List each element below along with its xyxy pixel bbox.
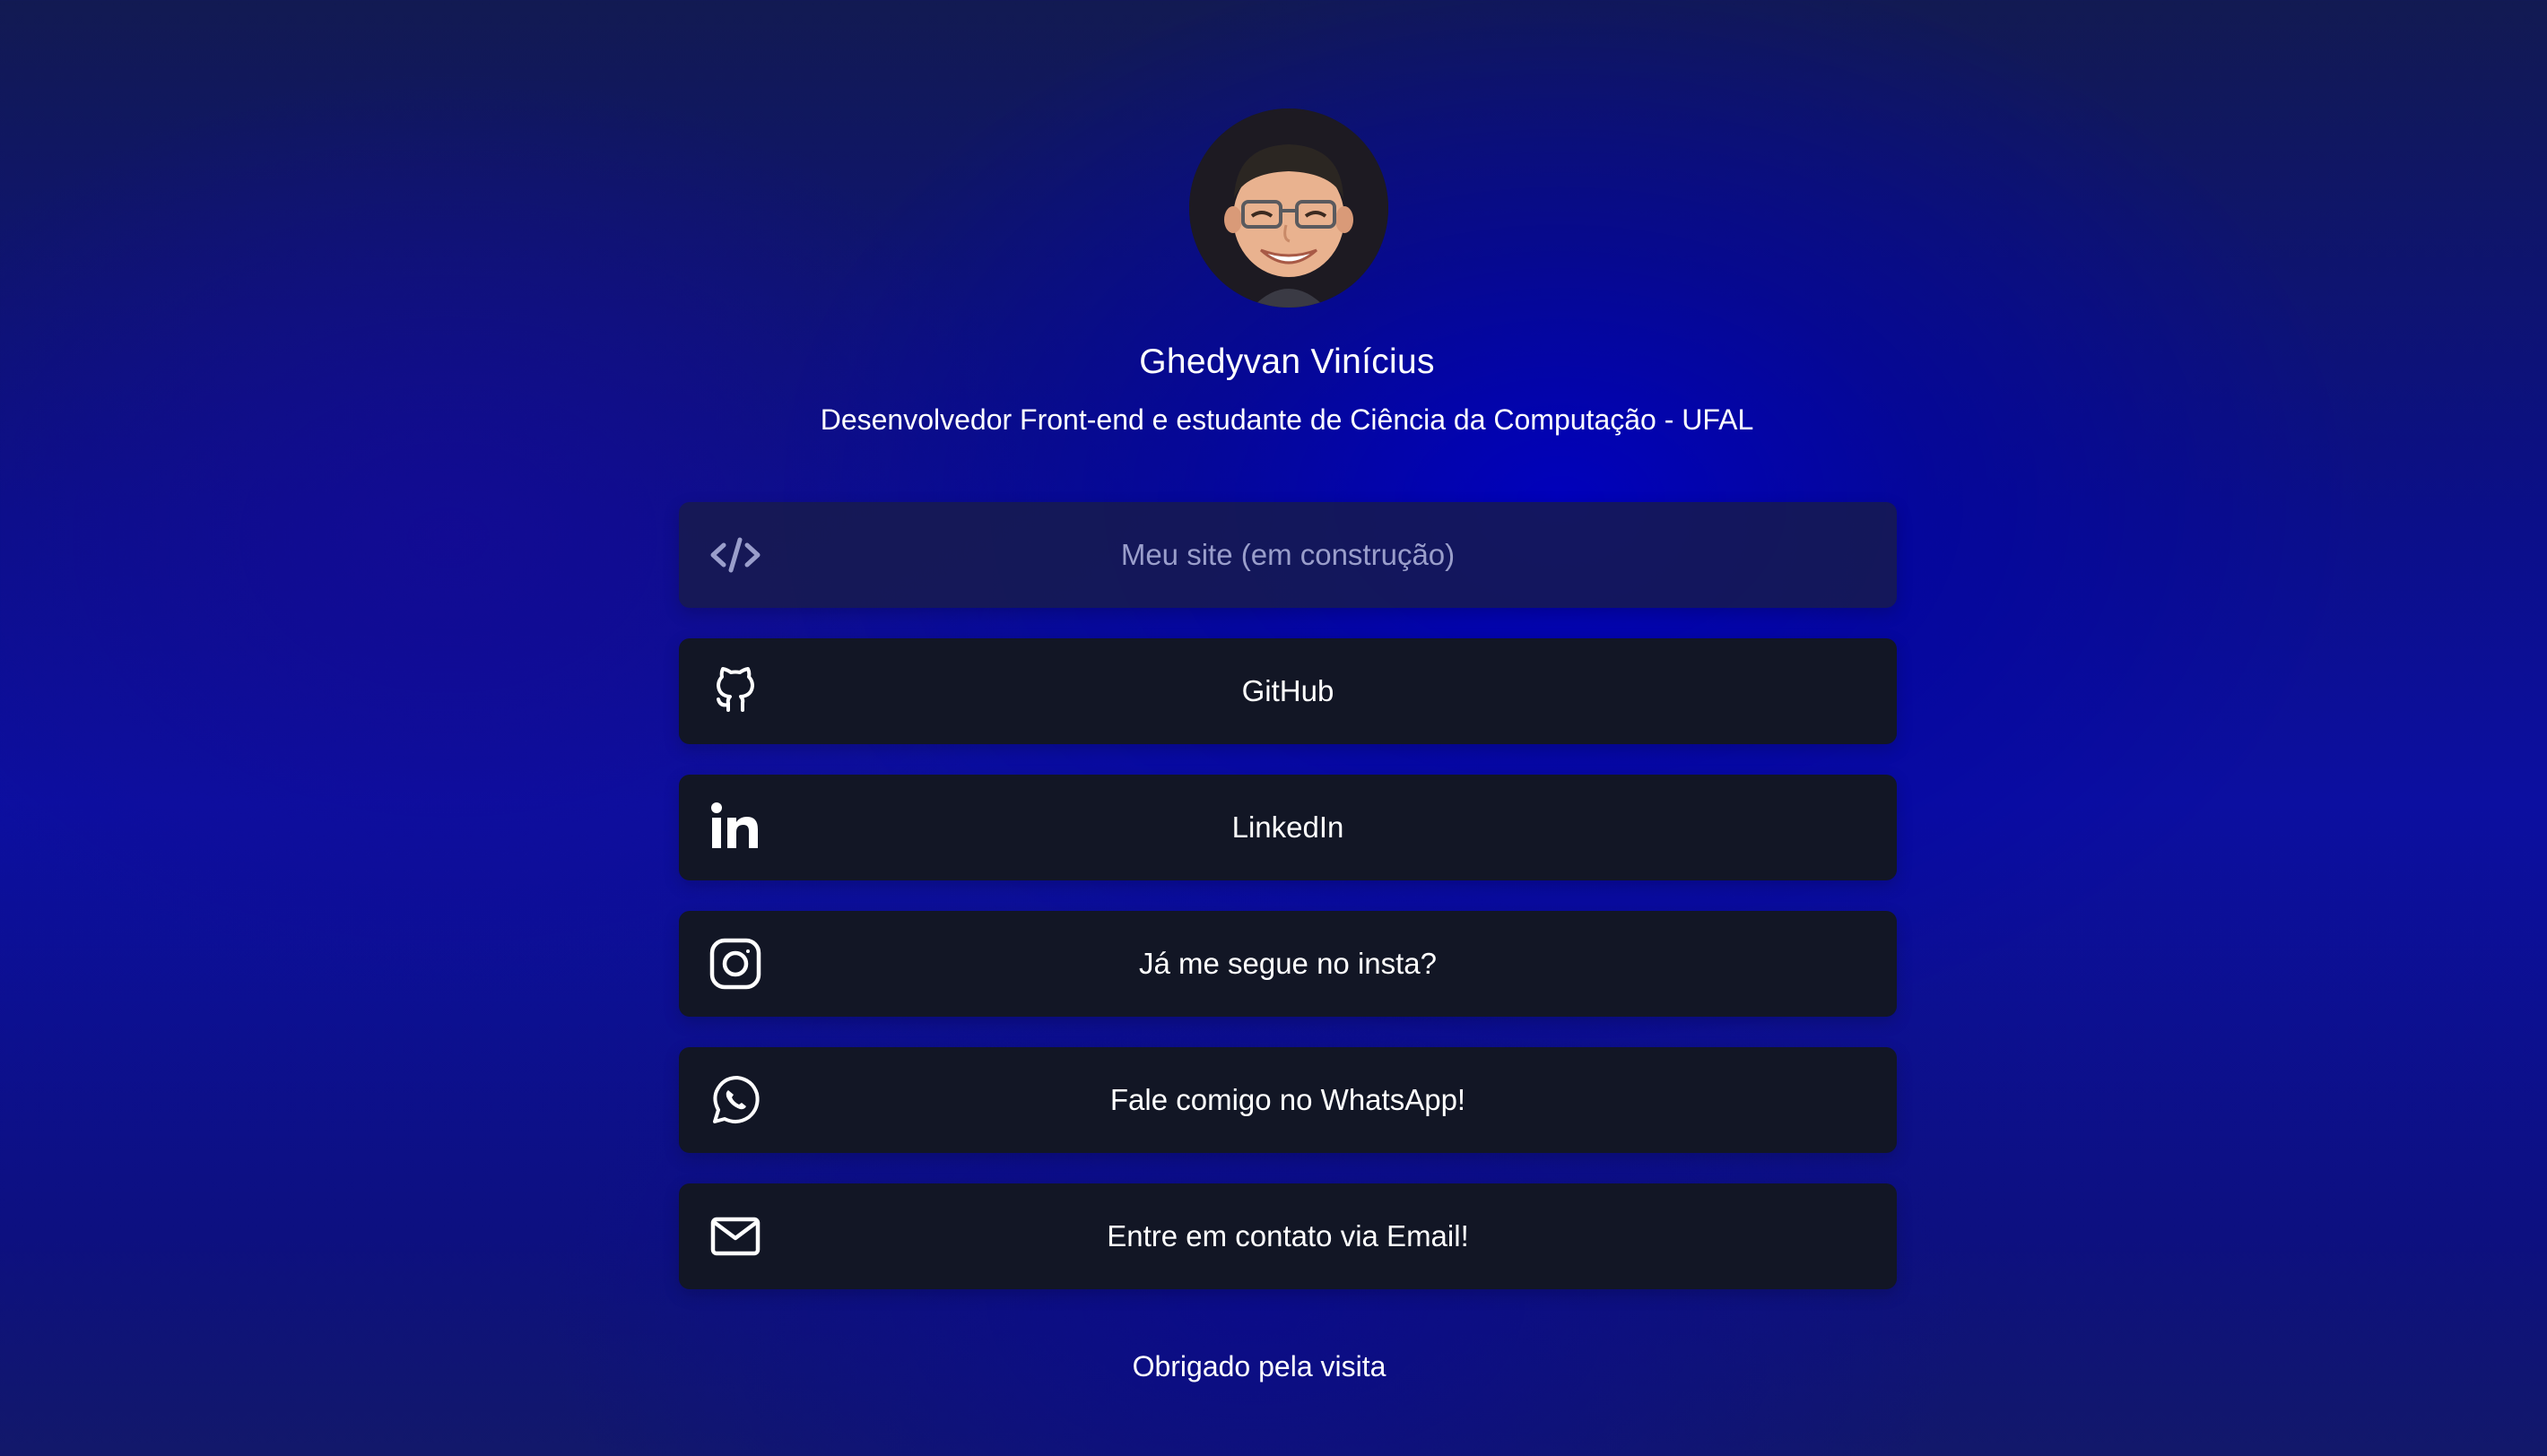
profile-bio: Desenvolvedor Front-end e estudante de C… (820, 403, 1754, 436)
link-button-email[interactable]: Entre em contato via Email! (679, 1183, 1897, 1289)
linkedin-icon (708, 800, 763, 855)
footer-text: Obrigado pela visita (1132, 1350, 1387, 1382)
code-icon (708, 527, 763, 583)
avatar-memoji-image (1189, 108, 1388, 308)
link-button-linkedin[interactable]: LinkedIn (679, 775, 1897, 880)
whatsapp-icon (708, 1072, 763, 1128)
link-label-linkedin: LinkedIn (1231, 810, 1344, 844)
profile-name: Ghedyvan Vinícius (1139, 342, 1435, 381)
link-label-site: Meu site (em construção) (1120, 538, 1456, 571)
link-page: Ghedyvan Vinícius Desenvolvedor Front-en… (0, 0, 2547, 1456)
link-list: Meu site (em construção) GitHub LinkedIn (679, 502, 1897, 1320)
link-button-instagram[interactable]: Já me segue no insta? (679, 911, 1897, 1017)
link-label-instagram: Já me segue no insta? (1138, 947, 1438, 980)
link-button-whatsapp[interactable]: Fale comigo no WhatsApp! (679, 1047, 1897, 1153)
link-label-whatsapp: Fale comigo no WhatsApp! (1109, 1083, 1466, 1116)
github-icon (708, 663, 763, 719)
link-label-email: Entre em contato via Email! (1107, 1219, 1469, 1252)
link-button-github[interactable]: GitHub (679, 638, 1897, 744)
instagram-icon (708, 936, 763, 992)
link-label-github: GitHub (1241, 674, 1334, 707)
avatar (1189, 108, 1388, 308)
mail-icon (708, 1209, 763, 1264)
link-button-site[interactable]: Meu site (em construção) (679, 502, 1897, 608)
